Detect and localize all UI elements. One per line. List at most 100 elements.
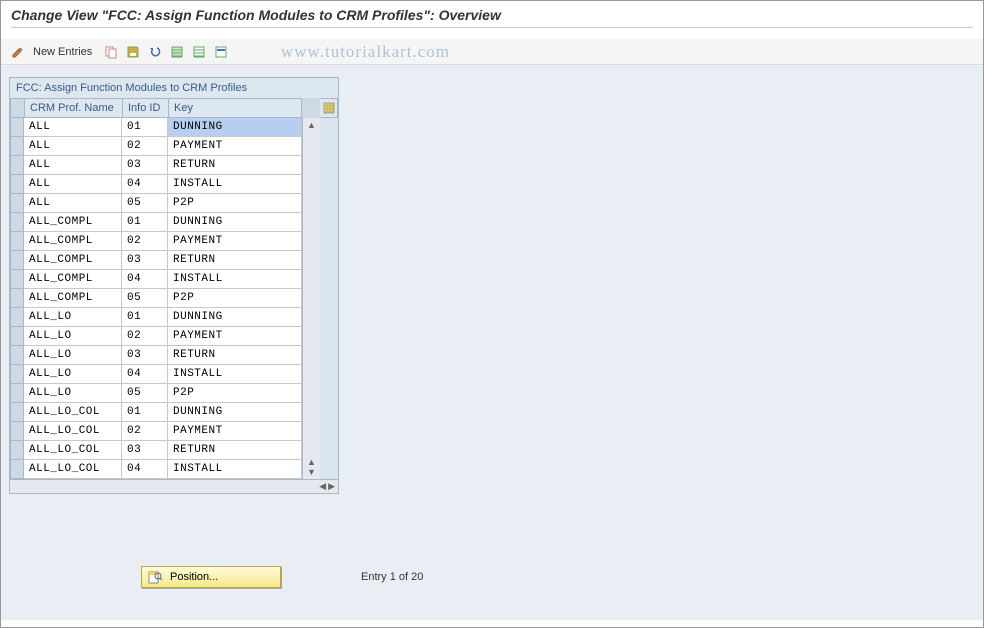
cell-name[interactable]: ALL <box>24 118 122 137</box>
row-selector[interactable] <box>10 441 24 460</box>
cell-key[interactable]: INSTALL <box>168 365 302 384</box>
cell-name[interactable]: ALL_COMPL <box>24 251 122 270</box>
new-entries-button[interactable]: New Entries <box>31 46 98 58</box>
cell-key[interactable]: P2P <box>168 289 302 308</box>
table-row[interactable]: ALL_LO_COL03RETURN <box>10 441 302 460</box>
row-selector[interactable] <box>10 232 24 251</box>
cell-name[interactable]: ALL <box>24 156 122 175</box>
row-selector[interactable] <box>10 422 24 441</box>
cell-key[interactable]: INSTALL <box>168 460 302 479</box>
cell-info[interactable]: 03 <box>122 156 168 175</box>
table-row[interactable]: ALL_LO05P2P <box>10 384 302 403</box>
table-row[interactable]: ALL05P2P <box>10 194 302 213</box>
cell-name[interactable]: ALL_LO_COL <box>24 403 122 422</box>
table-row[interactable]: ALL_LO_COL02PAYMENT <box>10 422 302 441</box>
cell-key[interactable]: PAYMENT <box>168 137 302 156</box>
row-selector[interactable] <box>10 270 24 289</box>
cell-key[interactable]: P2P <box>168 194 302 213</box>
cell-key[interactable]: DUNNING <box>168 213 302 232</box>
cell-key[interactable]: RETURN <box>168 156 302 175</box>
scroll-down-icon[interactable]: ▼ <box>307 467 316 477</box>
scroll-left-icon[interactable]: ◀ <box>319 481 326 492</box>
scroll-right-icon[interactable]: ▶ <box>328 481 335 492</box>
cell-name[interactable]: ALL_LO_COL <box>24 441 122 460</box>
cell-key[interactable]: PAYMENT <box>168 232 302 251</box>
table-row[interactable]: ALL01DUNNING <box>10 118 302 137</box>
row-selector[interactable] <box>10 327 24 346</box>
cell-name[interactable]: ALL_LO_COL <box>24 460 122 479</box>
cell-info[interactable]: 04 <box>122 365 168 384</box>
position-button[interactable]: Position... <box>141 566 281 588</box>
cell-name[interactable]: ALL_COMPL <box>24 232 122 251</box>
row-selector[interactable] <box>10 175 24 194</box>
row-selector[interactable] <box>10 308 24 327</box>
cell-name[interactable]: ALL <box>24 175 122 194</box>
cell-info[interactable]: 01 <box>122 213 168 232</box>
cell-info[interactable]: 03 <box>122 346 168 365</box>
cell-info[interactable]: 04 <box>122 460 168 479</box>
cell-name[interactable]: ALL <box>24 194 122 213</box>
row-selector[interactable] <box>10 384 24 403</box>
row-selector[interactable] <box>10 213 24 232</box>
row-selector[interactable] <box>10 251 24 270</box>
table-row[interactable]: ALL03RETURN <box>10 156 302 175</box>
table-row[interactable]: ALL02PAYMENT <box>10 137 302 156</box>
cell-key[interactable]: DUNNING <box>168 118 302 137</box>
column-header-key[interactable]: Key <box>168 98 302 118</box>
table-row[interactable]: ALL_COMPL01DUNNING <box>10 213 302 232</box>
cell-info[interactable]: 02 <box>122 137 168 156</box>
table-row[interactable]: ALL_COMPL02PAYMENT <box>10 232 302 251</box>
column-header-info[interactable]: Info ID <box>122 98 168 118</box>
cell-key[interactable]: INSTALL <box>168 175 302 194</box>
delete-icon[interactable] <box>212 43 230 61</box>
row-selector[interactable] <box>10 346 24 365</box>
horizontal-scrollbar[interactable]: ◀ ▶ <box>10 479 338 493</box>
table-row[interactable]: ALL_LO01DUNNING <box>10 308 302 327</box>
cell-name[interactable]: ALL_COMPL <box>24 213 122 232</box>
cell-name[interactable]: ALL <box>24 137 122 156</box>
cell-key[interactable]: RETURN <box>168 251 302 270</box>
save-icon[interactable] <box>124 43 142 61</box>
row-selector[interactable] <box>10 137 24 156</box>
row-selector[interactable] <box>10 289 24 308</box>
change-mode-icon[interactable] <box>9 43 27 61</box>
cell-info[interactable]: 03 <box>122 441 168 460</box>
deselect-all-icon[interactable] <box>190 43 208 61</box>
vertical-scrollbar[interactable]: ▲ ▲ ▼ <box>302 118 320 479</box>
select-all-handle[interactable] <box>10 98 24 118</box>
table-row[interactable]: ALL_LO_COL01DUNNING <box>10 403 302 422</box>
cell-info[interactable]: 02 <box>122 232 168 251</box>
row-selector[interactable] <box>10 118 24 137</box>
cell-key[interactable]: PAYMENT <box>168 422 302 441</box>
table-row[interactable]: ALL04INSTALL <box>10 175 302 194</box>
cell-name[interactable]: ALL_LO <box>24 308 122 327</box>
row-selector[interactable] <box>10 156 24 175</box>
cell-key[interactable]: RETURN <box>168 346 302 365</box>
copy-icon[interactable] <box>102 43 120 61</box>
cell-info[interactable]: 04 <box>122 175 168 194</box>
column-header-name[interactable]: CRM Prof. Name <box>24 98 122 118</box>
cell-info[interactable]: 04 <box>122 270 168 289</box>
table-row[interactable]: ALL_LO04INSTALL <box>10 365 302 384</box>
table-row[interactable]: ALL_LO_COL04INSTALL <box>10 460 302 479</box>
row-selector[interactable] <box>10 403 24 422</box>
table-row[interactable]: ALL_LO03RETURN <box>10 346 302 365</box>
cell-info[interactable]: 01 <box>122 118 168 137</box>
cell-name[interactable]: ALL_COMPL <box>24 270 122 289</box>
cell-key[interactable]: INSTALL <box>168 270 302 289</box>
cell-name[interactable]: ALL_LO <box>24 384 122 403</box>
undo-icon[interactable] <box>146 43 164 61</box>
cell-key[interactable]: DUNNING <box>168 308 302 327</box>
cell-name[interactable]: ALL_LO <box>24 365 122 384</box>
row-selector[interactable] <box>10 460 24 479</box>
cell-info[interactable]: 02 <box>122 422 168 441</box>
table-row[interactable]: ALL_LO02PAYMENT <box>10 327 302 346</box>
table-settings-icon[interactable] <box>320 98 338 118</box>
cell-info[interactable]: 05 <box>122 289 168 308</box>
cell-key[interactable]: RETURN <box>168 441 302 460</box>
cell-key[interactable]: P2P <box>168 384 302 403</box>
table-row[interactable]: ALL_COMPL04INSTALL <box>10 270 302 289</box>
scroll-up-icon[interactable]: ▲ <box>307 120 316 130</box>
cell-info[interactable]: 05 <box>122 384 168 403</box>
cell-info[interactable]: 03 <box>122 251 168 270</box>
